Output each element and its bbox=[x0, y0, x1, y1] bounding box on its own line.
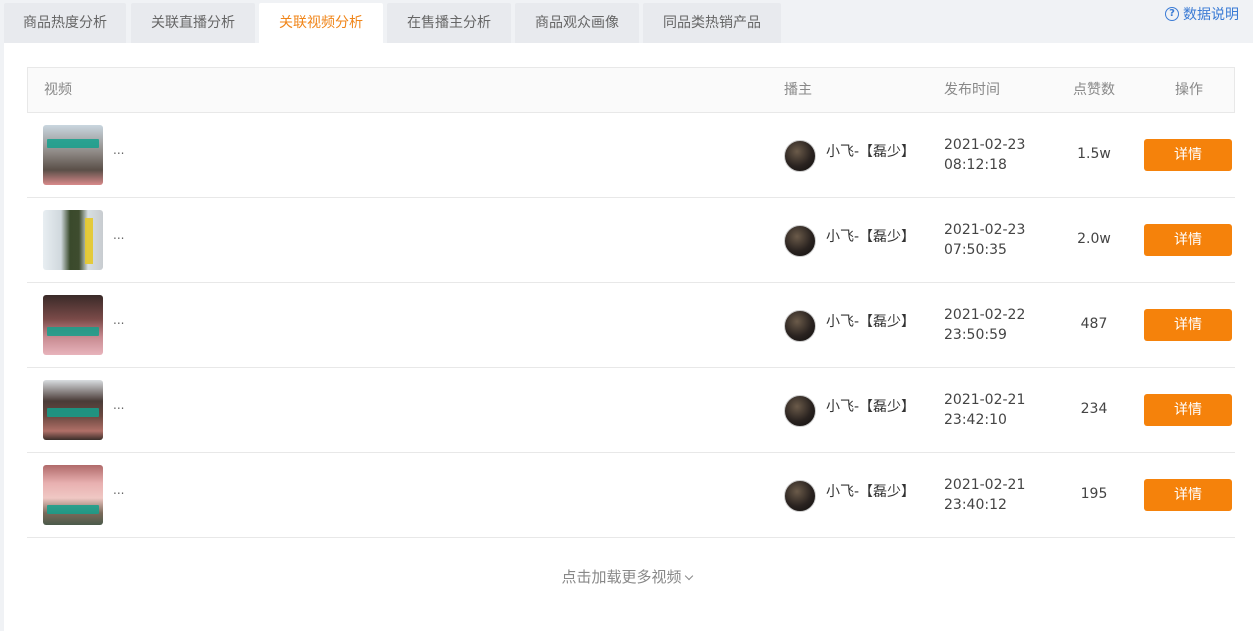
thumbnail-caption bbox=[47, 327, 99, 336]
publish-time: 2021-02-21 23:42:10 bbox=[944, 390, 1025, 430]
tab-related-live[interactable]: 关联直播分析 bbox=[131, 3, 255, 43]
publish-date: 2021-02-21 bbox=[944, 477, 1026, 493]
thumbnail-caption bbox=[47, 505, 99, 514]
details-button[interactable]: 详情 bbox=[1144, 224, 1232, 256]
publish-time: 2021-02-23 07:50:35 bbox=[944, 220, 1025, 260]
thumbnail-caption bbox=[47, 139, 99, 148]
video-thumbnail[interactable] bbox=[43, 380, 103, 440]
load-more-button[interactable]: 点击加载更多视频 bbox=[0, 566, 1253, 587]
thumbnail-caption bbox=[47, 408, 99, 417]
publish-clock: 23:50:59 bbox=[944, 327, 1007, 343]
video-title[interactable]: ... bbox=[113, 313, 124, 327]
details-button[interactable]: 详情 bbox=[1144, 309, 1232, 341]
question-circle-icon: ? bbox=[1165, 7, 1179, 21]
like-count: 1.5w bbox=[1077, 146, 1111, 162]
video-title[interactable]: ... bbox=[113, 483, 124, 497]
thumbnail-caption bbox=[85, 218, 93, 264]
avatar[interactable] bbox=[784, 480, 816, 512]
publish-time: 2021-02-21 23:40:12 bbox=[944, 475, 1025, 515]
header-anchor: 播主 bbox=[784, 82, 812, 98]
publish-clock: 08:12:18 bbox=[944, 157, 1007, 173]
header-likes: 点赞数 bbox=[1073, 82, 1115, 98]
tab-product-heat[interactable]: 商品热度分析 bbox=[4, 3, 126, 43]
publish-clock: 23:42:10 bbox=[944, 412, 1007, 428]
publish-date: 2021-02-23 bbox=[944, 137, 1026, 153]
table-row: ... 小飞-【磊少】 2021-02-23 07:50:35 2.0w 详情 bbox=[27, 198, 1235, 283]
anchor-name[interactable]: 小飞-【磊少】 bbox=[826, 311, 915, 331]
details-button[interactable]: 详情 bbox=[1144, 479, 1232, 511]
anchor-name[interactable]: 小飞-【磊少】 bbox=[826, 141, 915, 161]
load-more-label: 点击加载更多视频 bbox=[561, 568, 682, 586]
tab-related-video[interactable]: 关联视频分析 bbox=[259, 3, 383, 43]
publish-date: 2021-02-21 bbox=[944, 392, 1026, 408]
chevron-down-icon bbox=[684, 571, 693, 581]
publish-time: 2021-02-23 08:12:18 bbox=[944, 135, 1025, 175]
data-description-link[interactable]: ? 数据说明 bbox=[1165, 4, 1239, 24]
details-button[interactable]: 详情 bbox=[1144, 394, 1232, 426]
table-row: ... 小飞-【磊少】 2021-02-21 23:42:10 234 详情 bbox=[27, 368, 1235, 453]
header-video: 视频 bbox=[44, 82, 72, 98]
avatar[interactable] bbox=[784, 310, 816, 342]
like-count: 487 bbox=[1080, 316, 1108, 332]
anchor-name[interactable]: 小飞-【磊少】 bbox=[826, 481, 915, 501]
like-count: 195 bbox=[1080, 486, 1108, 502]
like-count: 2.0w bbox=[1077, 231, 1111, 247]
publish-date: 2021-02-22 bbox=[944, 307, 1026, 323]
like-count: 234 bbox=[1080, 401, 1108, 417]
avatar[interactable] bbox=[784, 395, 816, 427]
tab-selling-anchors[interactable]: 在售播主分析 bbox=[387, 3, 511, 43]
publish-clock: 07:50:35 bbox=[944, 242, 1007, 258]
table-row: ... 小飞-【磊少】 2021-02-23 08:12:18 1.5w 详情 bbox=[27, 113, 1235, 198]
avatar[interactable] bbox=[784, 225, 816, 257]
publish-clock: 23:40:12 bbox=[944, 497, 1007, 513]
tab-audience-profile[interactable]: 商品观众画像 bbox=[515, 3, 639, 43]
video-title[interactable]: ... bbox=[113, 143, 124, 157]
video-title[interactable]: ... bbox=[113, 398, 124, 412]
table-row: ... 小飞-【磊少】 2021-02-22 23:50:59 487 详情 bbox=[27, 283, 1235, 368]
tab-category-hot[interactable]: 同品类热销产品 bbox=[643, 3, 781, 43]
anchor-name[interactable]: 小飞-【磊少】 bbox=[826, 226, 915, 246]
video-thumbnail[interactable] bbox=[43, 210, 103, 270]
avatar[interactable] bbox=[784, 140, 816, 172]
video-thumbnail[interactable] bbox=[43, 125, 103, 185]
table-row: ... 小飞-【磊少】 2021-02-21 23:40:12 195 详情 bbox=[27, 453, 1235, 538]
publish-date: 2021-02-23 bbox=[944, 222, 1026, 238]
video-title[interactable]: ... bbox=[113, 228, 124, 242]
details-button[interactable]: 详情 bbox=[1144, 139, 1232, 171]
tab-bar: 商品热度分析 关联直播分析 关联视频分析 在售播主分析 商品观众画像 同品类热销… bbox=[0, 0, 1253, 43]
table-header: 视频 播主 发布时间 点赞数 操作 bbox=[27, 67, 1235, 113]
video-thumbnail[interactable] bbox=[43, 295, 103, 355]
video-thumbnail[interactable] bbox=[43, 465, 103, 525]
header-publish-time: 发布时间 bbox=[944, 82, 1000, 98]
publish-time: 2021-02-22 23:50:59 bbox=[944, 305, 1025, 345]
header-action: 操作 bbox=[1175, 82, 1203, 98]
anchor-name[interactable]: 小飞-【磊少】 bbox=[826, 396, 915, 416]
data-description-label: 数据说明 bbox=[1183, 7, 1239, 23]
